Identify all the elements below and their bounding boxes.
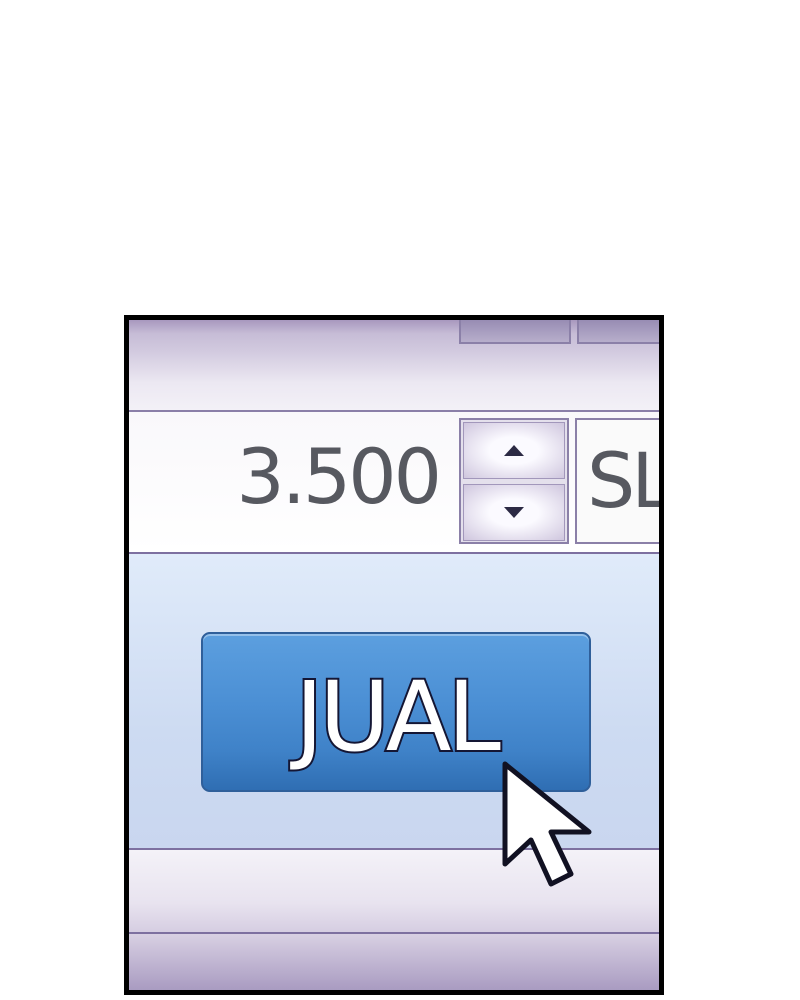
order-panel: 3.500 SL JUAL — [124, 315, 664, 995]
bottom-strip — [129, 932, 659, 990]
quantity-stepper[interactable] — [459, 418, 569, 544]
sl-label: SL — [587, 436, 664, 525]
triangle-down-icon — [504, 507, 524, 518]
sell-button-label: JUAL — [293, 661, 503, 773]
quantity-row: 3.500 SL — [129, 412, 659, 554]
top-toolbar-band — [129, 320, 659, 412]
quantity-input[interactable]: 3.500 — [149, 432, 442, 522]
top-tab-right[interactable] — [577, 320, 659, 344]
triangle-up-icon — [504, 445, 524, 456]
increment-button[interactable] — [463, 422, 565, 479]
top-tab-left[interactable] — [459, 320, 571, 344]
mouse-pointer-icon — [502, 761, 592, 887]
sl-button[interactable]: SL — [575, 418, 664, 544]
decrement-button[interactable] — [463, 484, 565, 541]
